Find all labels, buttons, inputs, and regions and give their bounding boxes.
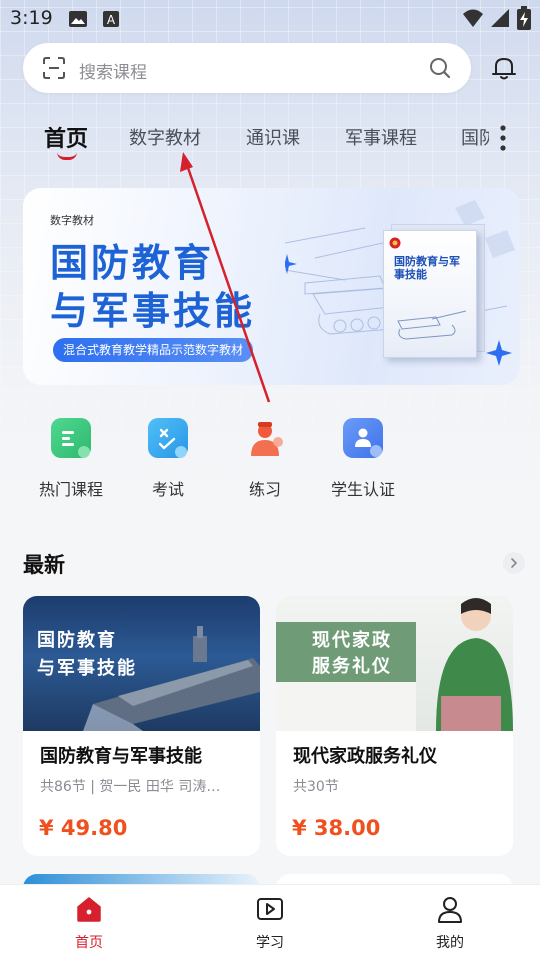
- category-tabs: 首页 数字教材 通识课 军事课程 国防: [0, 116, 540, 166]
- image-icon: [69, 11, 87, 27]
- search-input[interactable]: 搜索课程: [79, 58, 147, 83]
- course-cover-image: 现代家政 服务礼仪: [276, 596, 513, 731]
- book-title: 国防教育与军事技能: [394, 255, 460, 281]
- course-cover-title-line1: 现代家政: [312, 630, 392, 651]
- book-cover: 国防教育与军事技能: [383, 230, 477, 358]
- battery-charging-icon: [517, 6, 531, 30]
- quick-menu-label: 热门课程: [38, 480, 103, 499]
- course-price: ¥ 49.80: [39, 816, 128, 840]
- id-card-icon: [343, 418, 383, 458]
- course-cover-title-line2: 与军事技能: [37, 658, 137, 679]
- tab-active-indicator: [57, 152, 77, 160]
- nav-label: 学习: [256, 935, 284, 951]
- quick-menu-student-verify[interactable]: 学生认证: [318, 418, 408, 500]
- tab-military-course[interactable]: 军事课程: [345, 124, 417, 150]
- home-icon: [77, 897, 101, 922]
- document-icon: [51, 418, 91, 458]
- banner-title-line2: 与军事技能: [50, 289, 256, 333]
- nav-study[interactable]: 学习: [225, 895, 315, 952]
- course-cover-title-line1: 国防教育: [37, 630, 117, 651]
- section-more-button[interactable]: [503, 552, 525, 574]
- course-cover-title-line2: 服务礼仪: [312, 656, 392, 677]
- nav-mine[interactable]: 我的: [405, 895, 495, 952]
- exam-icon: [148, 418, 188, 458]
- course-card[interactable]: 国防教育 与军事技能 国防教育与军事技能 共86节 | 贺一民 田华 司涛… ¥…: [23, 596, 260, 856]
- wifi-icon: [463, 9, 483, 27]
- banner-title-line1: 国防教育: [50, 241, 215, 285]
- more-vertical-icon[interactable]: [495, 124, 511, 152]
- course-cover-image: 国防教育 与军事技能: [23, 596, 260, 731]
- bell-icon[interactable]: [490, 54, 518, 82]
- status-time: 3:19: [10, 7, 53, 29]
- quick-menu-exam[interactable]: 考试: [123, 418, 213, 500]
- course-title: 现代家政服务礼仪: [293, 746, 437, 767]
- banner-category-label: 数字教材: [50, 214, 94, 227]
- search-bar[interactable]: 搜索课程: [23, 43, 471, 93]
- section-title-latest: 最新: [23, 553, 65, 577]
- chevron-right-icon: [511, 558, 518, 568]
- tab-home[interactable]: 首页: [44, 121, 88, 153]
- svg-text:A: A: [107, 13, 116, 27]
- quick-menu-hot-courses[interactable]: 热门课程: [26, 418, 116, 500]
- tab-national-defense[interactable]: 国防: [461, 124, 489, 150]
- tab-digital-textbook[interactable]: 数字教材: [129, 124, 201, 150]
- banner-subtitle-pill: 混合式教育教学精品示范数字教材: [53, 338, 254, 362]
- nav-home[interactable]: 首页: [44, 895, 134, 952]
- quick-menu-label: 学生认证: [330, 480, 395, 499]
- nav-label: 首页: [75, 935, 103, 951]
- search-icon[interactable]: [429, 57, 451, 79]
- a-badge-icon: A: [103, 11, 119, 27]
- signal-icon: [491, 9, 509, 27]
- scan-icon[interactable]: [43, 57, 65, 79]
- status-bar: 3:19 A: [0, 0, 540, 36]
- course-title: 国防教育与军事技能: [40, 746, 202, 767]
- quick-menu-label: 练习: [248, 480, 281, 499]
- book-tank-icon: [397, 310, 467, 340]
- profile-icon: [438, 897, 462, 923]
- quick-menu-label: 考试: [151, 480, 184, 499]
- quick-menu-practice[interactable]: 练习: [220, 418, 310, 500]
- person-icon: [245, 418, 285, 458]
- promo-banner[interactable]: 国防教育与军事技能 数字教材 国防教育 与军事技能 混合式教育教学精品示范数字教…: [23, 188, 520, 385]
- play-icon: [257, 898, 283, 920]
- course-meta: 共86节 | 贺一民 田华 司涛…: [40, 779, 221, 795]
- emblem-icon: [389, 237, 401, 249]
- course-card[interactable]: 现代家政 服务礼仪 现代家政服务礼仪 共30节 ¥ 38.00: [276, 596, 513, 856]
- bottom-navigation: 首页 学习 我的: [0, 884, 540, 960]
- tab-general-course[interactable]: 通识课: [246, 124, 300, 150]
- course-meta: 共30节: [293, 779, 339, 795]
- course-price: ¥ 38.00: [292, 816, 381, 840]
- nav-label: 我的: [436, 935, 464, 951]
